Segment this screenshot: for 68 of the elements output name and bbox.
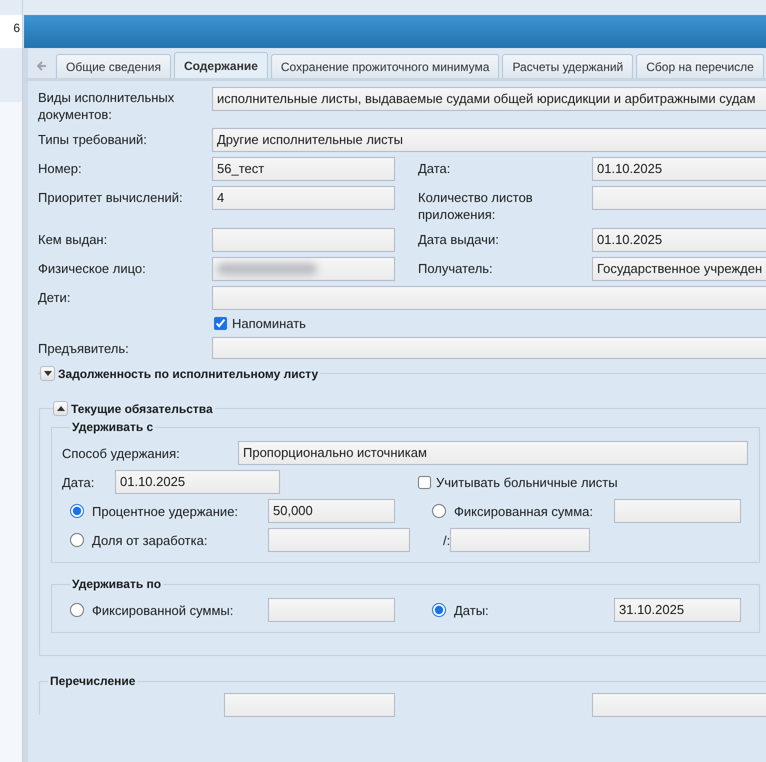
sidebar-number: 6	[0, 15, 22, 48]
radio-label: Фиксированной суммы:	[92, 602, 234, 618]
field-label: Приоритет вычислений:	[38, 189, 184, 207]
field-label: Предъявитель:	[38, 340, 130, 358]
checkbox[interactable]	[418, 476, 431, 488]
checkbox-label: Напоминать	[232, 316, 306, 330]
radio-label: Процентное удержание:	[92, 504, 238, 518]
input-field[interactable]: 31.10.2025	[614, 598, 741, 622]
input-field[interactable]: 01.10.2025	[592, 157, 766, 181]
radio-button[interactable]	[432, 603, 446, 617]
input-field[interactable]	[224, 693, 395, 717]
field-label: Физическое лицо:	[38, 260, 147, 278]
sidebar-item[interactable]	[0, 48, 22, 102]
input-field[interactable]	[212, 257, 395, 281]
radio-label: Даты:	[454, 602, 489, 618]
input-field[interactable]	[592, 186, 766, 210]
radio-button[interactable]	[70, 603, 84, 617]
group-title: Удерживать с	[71, 420, 154, 434]
tab[interactable]: Содержание	[174, 52, 268, 78]
section-title: Задолженность по исполнительному листу	[58, 366, 318, 380]
radio-label: Фиксированная сумма:	[454, 504, 594, 518]
caret-icon	[44, 371, 52, 376]
ratio-separator: /:	[443, 532, 450, 548]
input-field[interactable]: Другие исполнительные листы	[212, 128, 766, 152]
field-label: Получатель:	[418, 260, 494, 277]
section-title: Текущие обязательства	[71, 402, 213, 416]
input-field[interactable]: Государственное учрежден	[592, 257, 766, 281]
tab[interactable]: Расчеты удержаний	[502, 54, 634, 78]
input-field[interactable]	[212, 228, 395, 252]
checkbox-label: Учитывать больничные листы	[436, 474, 618, 490]
group-title: Удерживать по	[71, 577, 162, 591]
input-field[interactable]	[212, 337, 766, 359]
radio-label: Доля от заработка:	[92, 532, 208, 548]
checkbox[interactable]	[214, 316, 227, 330]
input-field[interactable]: 01.10.2025	[115, 470, 280, 494]
input-field[interactable]	[268, 528, 410, 552]
input-field[interactable]: 56_тест	[212, 157, 395, 181]
tab[interactable]: Сбор на перечисле	[636, 54, 764, 78]
input-field[interactable]	[212, 286, 766, 310]
toggle-button[interactable]	[40, 366, 55, 381]
field-label: Дата:	[62, 474, 96, 490]
radio-button[interactable]	[70, 533, 84, 547]
input-field[interactable]: 4	[212, 186, 395, 210]
caret-icon	[56, 406, 64, 411]
field-label: Способ удержания:	[62, 446, 181, 460]
input-field[interactable]	[450, 528, 590, 552]
input-field[interactable]: исполнительные листы, выдаваемые судами общей юрисдикции и арбитражными судам	[212, 87, 766, 111]
field-label: Кем выдан:	[38, 231, 108, 249]
radio-button[interactable]	[432, 504, 446, 518]
field-label: Дата:	[418, 160, 452, 177]
tab[interactable]: Общие сведения	[56, 54, 171, 78]
input-field[interactable]	[268, 598, 395, 622]
field-label: Типы требований:	[38, 131, 148, 149]
input-field[interactable]: Пропорционально источникам	[238, 441, 748, 465]
field-label: Дата выдачи:	[418, 231, 500, 248]
arrow-left-icon	[37, 61, 47, 71]
input-field[interactable]	[592, 693, 766, 717]
field-label: Номер:	[38, 160, 83, 178]
input-field[interactable]: 01.10.2025	[592, 228, 766, 252]
toggle-button[interactable]	[53, 401, 68, 416]
input-field[interactable]: 50,000	[268, 499, 395, 523]
tab[interactable]: Сохранение прожиточного минимума	[270, 54, 500, 78]
field-label: Дети:	[38, 289, 72, 307]
input-field[interactable]	[614, 499, 741, 523]
section-title: Перечисление	[49, 674, 136, 688]
field-label: Виды исполнительных документов:	[38, 89, 176, 123]
radio-button[interactable]	[70, 504, 84, 518]
field-label: Количество листов приложения:	[418, 189, 534, 223]
